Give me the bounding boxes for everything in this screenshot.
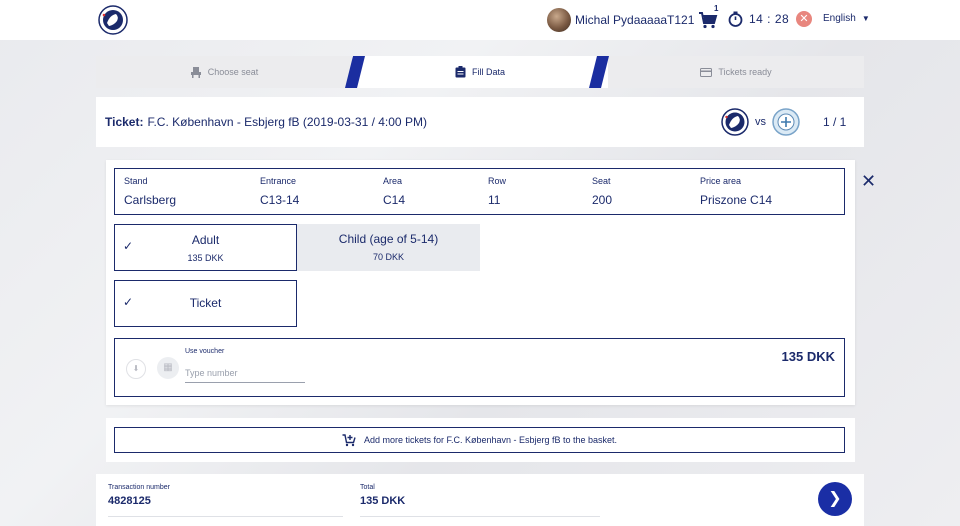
entrance-col: Entrance C13-14: [260, 176, 299, 207]
area-col: Area C14: [383, 176, 405, 207]
seat-label: Seat: [592, 176, 611, 186]
clipboard-icon: [455, 66, 466, 78]
vs-label: vs: [755, 116, 766, 128]
card-icon: [700, 67, 713, 77]
match-title: F.C. København - Esbjerg fB (2019-03-31 …: [147, 115, 427, 129]
language-label: English: [823, 13, 856, 24]
cart-add-icon: [342, 433, 356, 446]
step-label: Fill Data: [471, 67, 505, 77]
checkout-stepper: Choose seat Fill Data Tickets ready: [96, 56, 864, 88]
session-timer: 14 : 28: [728, 11, 789, 27]
add-more-label: Add more tickets for F.C. København - Es…: [363, 435, 618, 445]
step-label: Choose seat: [207, 67, 259, 77]
add-more-card: Add more tickets for F.C. København - Es…: [106, 418, 855, 462]
step-fill-data[interactable]: Fill Data: [352, 56, 608, 88]
cart-count-badge: 1: [714, 4, 719, 13]
voucher-input[interactable]: [185, 363, 305, 383]
ticket-type-child[interactable]: Child (age of 5-14) 70 DKK: [297, 224, 480, 271]
user-menu[interactable]: Michal PydaaaaaT121 ▼: [547, 8, 708, 32]
ticket-counter: 1 / 1: [823, 115, 847, 129]
stand-value: Carlsberg: [124, 193, 177, 207]
step-choose-seat[interactable]: Choose seat: [96, 56, 352, 88]
ticket-price: 135 DKK: [781, 349, 835, 364]
ticket-type-title: Adult: [191, 233, 220, 247]
ticket-type-adult[interactable]: ✓ Adult 135 DKK: [114, 224, 297, 271]
user-name: Michal PydaaaaaT121: [575, 13, 695, 27]
fck-logo[interactable]: [98, 5, 128, 35]
total-label: Total: [360, 484, 375, 491]
seat-value: 200: [592, 193, 613, 207]
seat-icon: [190, 66, 201, 78]
top-bar: Michal PydaaaaaT121 ▼ 1 14 : 28 ✕ Englis…: [0, 0, 960, 40]
timer-value: 14 : 28: [749, 12, 790, 26]
price-area-value: Priszone C14: [700, 193, 773, 207]
area-value: C14: [383, 193, 406, 207]
divider: [360, 516, 600, 517]
download-icon[interactable]: ⬇: [126, 359, 146, 379]
step-tickets-ready[interactable]: Tickets ready: [608, 56, 864, 88]
ticket-header: Ticket: F.C. København - Esbjerg fB (201…: [96, 97, 864, 147]
step-label: Tickets ready: [718, 67, 772, 77]
product-title: Ticket: [189, 296, 222, 310]
seat-col: Seat 200: [592, 176, 612, 207]
close-icon[interactable]: ✕: [861, 172, 876, 190]
ticket-details-card: Stand Carlsberg Entrance C13-14 Area C14…: [106, 160, 855, 405]
chevron-down-icon: ▼: [861, 14, 870, 23]
product-ticket-option[interactable]: ✓ Ticket: [114, 280, 297, 327]
entrance-label: Entrance: [260, 176, 297, 186]
avatar: [547, 8, 571, 32]
voucher-section: ⬇ ▦ Use voucher 135 DKK: [114, 338, 845, 397]
stand-label: Stand: [124, 176, 148, 186]
price-area-label: Price area: [700, 176, 742, 186]
fck-logo: [721, 108, 749, 136]
row-value: 11: [488, 193, 501, 207]
esbjerg-logo: [772, 108, 800, 136]
ticket-type-price: 70 DKK: [372, 252, 405, 262]
chevron-right-icon: ❯: [828, 490, 842, 507]
stand-col: Stand Carlsberg: [124, 176, 176, 207]
area-label: Area: [383, 176, 403, 186]
price-area-col: Price area Priszone C14: [700, 176, 772, 207]
transaction-label: Transaction number: [108, 484, 170, 491]
close-session-icon[interactable]: ✕: [796, 11, 812, 27]
language-selector[interactable]: English ▼: [823, 13, 870, 24]
voucher-label: Use voucher: [185, 348, 225, 355]
next-button[interactable]: ❯: [818, 482, 852, 516]
transaction-value: 4828125: [108, 495, 151, 507]
divider: [108, 516, 343, 517]
ticket-type-price: 135 DKK: [187, 253, 224, 263]
cart-icon[interactable]: [698, 10, 718, 30]
ticket-prefix: Ticket:: [105, 115, 144, 129]
order-summary: Transaction number 4828125 Total 135 DKK…: [96, 474, 864, 526]
transaction-col: Transaction number 4828125: [108, 484, 170, 507]
add-more-tickets-button[interactable]: Add more tickets for F.C. København - Es…: [114, 427, 845, 453]
seat-info: Stand Carlsberg Entrance C13-14 Area C14…: [114, 168, 845, 215]
stopwatch-icon: [728, 11, 743, 27]
row-label: Row: [488, 176, 507, 186]
checkmark-icon: ✓: [123, 239, 134, 253]
ticket-type-title: Child (age of 5-14): [338, 232, 439, 246]
barcode-icon[interactable]: ▦: [157, 357, 179, 379]
checkmark-icon: ✓: [123, 295, 134, 309]
total-value: 135 DKK: [360, 495, 406, 507]
row-col: Row 11: [488, 176, 506, 207]
match-teams: vs: [721, 108, 800, 136]
total-col: Total 135 DKK: [360, 484, 405, 507]
entrance-value: C13-14: [260, 193, 300, 207]
